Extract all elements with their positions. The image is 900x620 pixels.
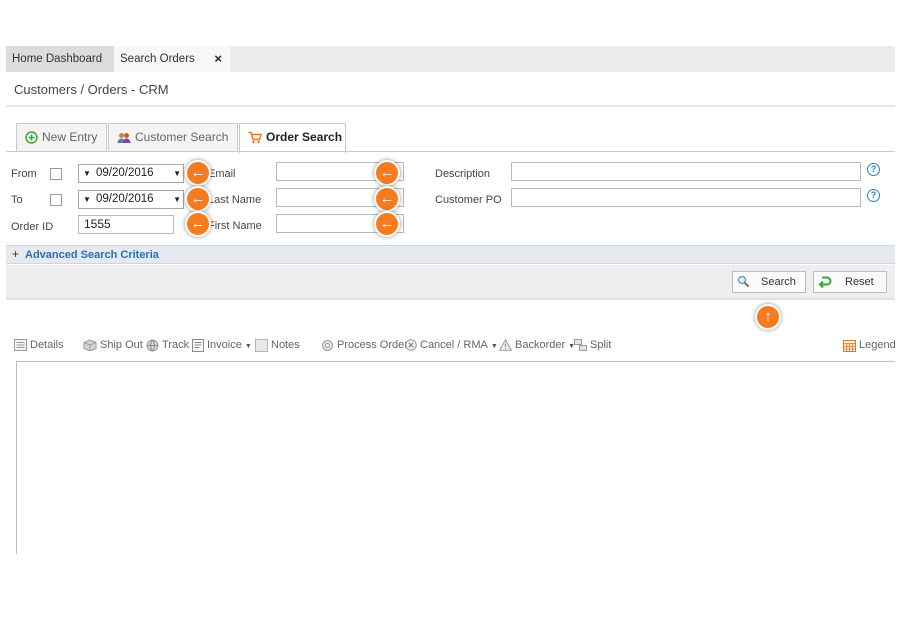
chevron-down-icon: ▼ bbox=[244, 343, 252, 350]
arrow-left-marker-icon: ← bbox=[374, 160, 400, 186]
details-icon bbox=[14, 339, 27, 352]
box-icon bbox=[83, 339, 97, 352]
search-icon bbox=[737, 275, 750, 288]
arrow-left-marker-icon: ← bbox=[185, 211, 211, 237]
calendar-icon bbox=[843, 339, 856, 352]
advanced-search-toggle[interactable]: + Advanced Search Criteria bbox=[6, 245, 895, 264]
customer-po-label: Customer PO bbox=[435, 194, 502, 206]
chevron-down-icon: ▼ bbox=[83, 195, 91, 204]
arrow-up-marker-icon: ↑ bbox=[755, 304, 781, 330]
arrow-left-marker-icon: ← bbox=[374, 186, 400, 212]
advanced-search-label: Advanced Search Criteria bbox=[25, 249, 159, 261]
invoice-label: Invoice bbox=[207, 339, 242, 351]
arrow-left-marker-icon: ← bbox=[374, 211, 400, 237]
track-label: Track bbox=[162, 339, 190, 351]
users-icon bbox=[117, 132, 131, 143]
backorder-button[interactable]: Backorder ▼ bbox=[499, 337, 575, 353]
legend-label: Legend bbox=[859, 339, 896, 351]
from-checkbox[interactable] bbox=[50, 168, 62, 180]
cancel-rma-label: Cancel / RMA bbox=[420, 339, 488, 351]
action-bar: Search Reset bbox=[6, 265, 895, 300]
chevron-down-icon: ▼ bbox=[83, 169, 91, 178]
results-grid[interactable] bbox=[16, 361, 895, 554]
details-button[interactable]: Details bbox=[14, 337, 64, 353]
email-label: Email bbox=[208, 168, 236, 180]
split-icon bbox=[574, 339, 587, 352]
globe-icon bbox=[146, 339, 159, 352]
chevron-down-icon: ▼ bbox=[490, 343, 498, 350]
invoice-icon bbox=[192, 338, 204, 352]
cancel-icon bbox=[405, 339, 417, 351]
description-label: Description bbox=[435, 168, 491, 180]
breadcrumb: Customers / Orders - CRM bbox=[14, 82, 169, 97]
help-icon[interactable]: ? bbox=[867, 189, 880, 202]
cart-icon bbox=[248, 132, 262, 144]
cancel-rma-button[interactable]: Cancel / RMA ▼ bbox=[405, 337, 498, 353]
undo-icon bbox=[818, 276, 832, 288]
reset-button-label: Reset bbox=[845, 276, 874, 288]
warning-icon bbox=[499, 339, 512, 351]
to-label: To bbox=[11, 194, 23, 206]
tab-home-dashboard[interactable]: Home Dashboard bbox=[6, 46, 114, 72]
tab-order-search[interactable]: Order Search bbox=[239, 123, 346, 153]
from-date-value: 09/20/2016 bbox=[96, 167, 154, 179]
ship-out-button[interactable]: Ship Out bbox=[83, 337, 143, 353]
ship-out-label: Ship Out bbox=[100, 339, 143, 351]
tab-new-entry[interactable]: New Entry bbox=[16, 123, 107, 152]
tab-new-entry-label: New Entry bbox=[42, 130, 98, 144]
track-button[interactable]: Track bbox=[146, 337, 189, 353]
to-checkbox[interactable] bbox=[50, 194, 62, 206]
split-label: Split bbox=[590, 339, 612, 351]
tab-order-search-label: Order Search bbox=[266, 130, 343, 144]
notes-icon bbox=[255, 338, 268, 352]
notes-button[interactable]: Notes bbox=[255, 337, 300, 353]
search-button-label: Search bbox=[761, 276, 796, 288]
chevron-down-icon: ▼ bbox=[173, 195, 181, 204]
from-date-picker[interactable]: ▼ 09/20/2016 ▼ bbox=[78, 164, 184, 183]
invoice-button[interactable]: Invoice ▼ bbox=[192, 337, 252, 353]
legend-button[interactable]: Legend bbox=[843, 337, 896, 353]
to-date-picker[interactable]: ▼ 09/20/2016 ▼ bbox=[78, 190, 184, 209]
tab-customer-search-label: Customer Search bbox=[135, 130, 229, 144]
details-label: Details bbox=[30, 339, 64, 351]
reset-button[interactable]: Reset bbox=[813, 271, 887, 293]
help-icon[interactable]: ? bbox=[867, 163, 880, 176]
plus-circle-icon bbox=[25, 131, 38, 145]
results-toolbar: Details Ship Out Track Invoice ▼ Notes Pr… bbox=[14, 337, 896, 355]
tab-search-orders-label: Search Orders bbox=[120, 53, 195, 65]
divider bbox=[6, 151, 895, 152]
arrow-left-marker-icon: ← bbox=[185, 186, 211, 212]
split-button[interactable]: Split bbox=[574, 337, 611, 353]
tab-home-dashboard-label: Home Dashboard bbox=[12, 53, 103, 65]
gear-icon bbox=[322, 339, 333, 351]
notes-label: Notes bbox=[271, 339, 300, 351]
tab-customer-search[interactable]: Customer Search bbox=[108, 123, 238, 152]
chevron-down-icon: ▼ bbox=[173, 169, 181, 178]
process-order-button[interactable]: Process Order bbox=[321, 337, 408, 353]
first-name-label: First Name bbox=[208, 220, 262, 232]
arrow-left-marker-icon: ← bbox=[185, 160, 211, 186]
to-date-value: 09/20/2016 bbox=[96, 193, 154, 205]
from-label: From bbox=[11, 168, 37, 180]
customer-po-input[interactable] bbox=[511, 188, 861, 207]
tab-bar: Home Dashboard Search Orders × bbox=[6, 46, 895, 72]
order-id-label: Order ID bbox=[11, 221, 54, 233]
divider bbox=[6, 105, 895, 107]
close-icon[interactable]: × bbox=[214, 46, 222, 72]
tab-search-orders[interactable]: Search Orders × bbox=[114, 46, 230, 72]
search-button[interactable]: Search bbox=[732, 271, 806, 293]
order-id-input[interactable]: 1555 bbox=[78, 215, 174, 234]
last-name-label: Last Name bbox=[208, 194, 262, 206]
description-input[interactable] bbox=[511, 162, 861, 181]
expand-icon: + bbox=[12, 247, 20, 261]
process-order-label: Process Order bbox=[337, 339, 408, 351]
backorder-label: Backorder bbox=[515, 339, 566, 351]
